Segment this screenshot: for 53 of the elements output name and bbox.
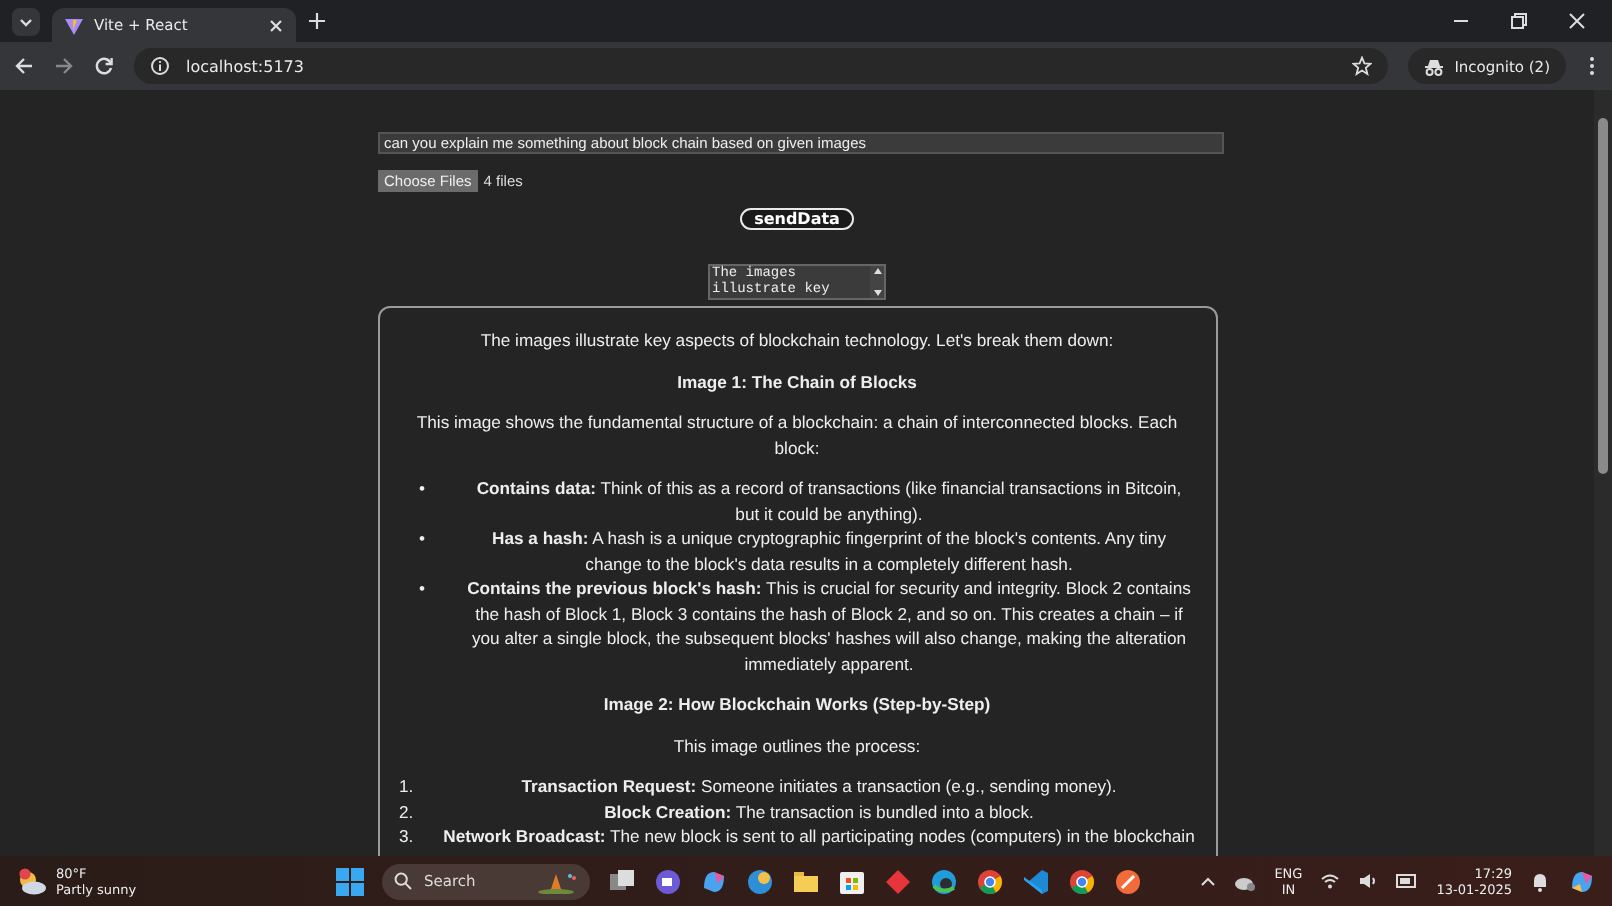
response-paragraph: The images illustrate key aspects of blockchain technology. Let's break them down: (478, 328, 1116, 353)
list-number: 1. (399, 774, 416, 799)
vite-logo-icon (64, 15, 84, 35)
section-heading: Image 2: How Blockchain Works (Step-by-Step) (601, 692, 993, 717)
incognito-icon (1424, 57, 1445, 75)
list-number: 3. (399, 824, 416, 849)
chevron-up-icon[interactable] (1200, 873, 1217, 889)
task-view-icon[interactable] (608, 867, 636, 895)
list-item-text: Contains the previous block's hash: This is crucial for security and integrity. Block 2 contains the hash of Block 1, Block 3 contains the hash of Block 2, and so on. This creates a chain – if you alter a single block, the subsequent blocks' hashes will also change, making the alteration immediately apparent. (465, 576, 1193, 676)
tab-search-button[interactable] (12, 7, 40, 35)
reload-icon[interactable] (94, 56, 114, 76)
campfire-icon (534, 869, 578, 893)
scrollbar[interactable] (1594, 90, 1612, 856)
windows-start-icon[interactable] (336, 867, 364, 895)
speaker-icon[interactable] (1358, 872, 1379, 890)
list-number: 2. (399, 799, 416, 824)
list-item-text: Block Creation: The transaction is bundled into a block. (602, 799, 1036, 824)
section-heading: Image 1: The Chain of Blocks (675, 369, 919, 394)
response-paragraph: This image shows the fundamental structure of a blockchain: a chain of interconnected blocks. Each block: (414, 410, 1180, 460)
address-bar[interactable]: localhost:5173 (134, 48, 1389, 84)
star-icon[interactable] (1352, 56, 1373, 76)
browser-app-icon[interactable] (746, 867, 774, 895)
store-icon[interactable] (838, 867, 866, 895)
bullet-marker: • (417, 576, 428, 602)
diamond-icon[interactable] (884, 867, 912, 895)
list-item-text: Transaction Request: Someone initiates a transaction (e.g., sending money). (519, 774, 1119, 799)
folder-icon[interactable] (792, 867, 820, 895)
list-item-text: Has a hash: A hash is a unique cryptographic fingerprint of the block's contents. Any tiny change to the block's data results in a completely different hash. (490, 526, 1168, 576)
send-data-button[interactable]: sendData (740, 208, 854, 230)
wifi-icon[interactable] (1320, 872, 1341, 890)
bullet-marker: • (417, 476, 428, 502)
chrome-icon[interactable] (976, 867, 1004, 895)
list-item-text: Contains data: Think of this as a record of transactions (like financial transactions in Bitcoin, but it could be anything). (474, 476, 1184, 526)
chevron-down-icon (18, 13, 34, 29)
list-item-text: Network Broadcast: The new block is sent to all participating nodes (computers) in the blockchain (443, 824, 1195, 849)
chrome-icon[interactable] (1068, 867, 1096, 895)
new-tab-icon[interactable] (308, 12, 326, 30)
response-paragraph: This image outlines the process: (671, 733, 923, 758)
info-icon[interactable] (150, 56, 170, 76)
search-icon (394, 872, 412, 890)
video-chat-icon[interactable] (654, 867, 682, 895)
forward-arrow-icon[interactable] (54, 56, 74, 76)
close-icon[interactable] (268, 17, 284, 33)
weather-icon (16, 867, 48, 895)
bullet-marker: • (417, 526, 428, 552)
edge-icon[interactable] (930, 867, 958, 895)
battery-icon[interactable] (1396, 872, 1419, 890)
bell-icon[interactable] (1530, 871, 1550, 891)
more-menu-icon[interactable] (1586, 56, 1598, 76)
restore-icon[interactable] (1510, 12, 1528, 30)
back-arrow-icon[interactable] (14, 56, 34, 76)
vscode-icon[interactable] (1022, 867, 1050, 895)
close-icon[interactable] (1568, 12, 1586, 30)
